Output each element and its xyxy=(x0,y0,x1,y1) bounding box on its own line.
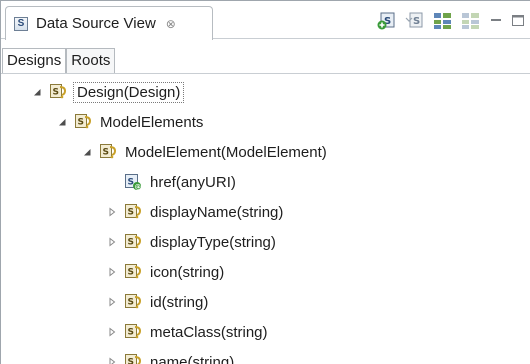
collapsed-twisty-icon[interactable] xyxy=(106,326,118,338)
tree-node[interactable]: SdisplayName(string) xyxy=(106,199,285,225)
tree-node[interactable]: S Design(Design) xyxy=(31,79,185,105)
schema-element-icon: S xyxy=(124,353,142,364)
collapsed-twisty-icon[interactable] xyxy=(106,296,118,308)
tree-node[interactable]: S @ href(anyURI) xyxy=(106,169,238,195)
refresh-source-icon: S xyxy=(405,12,423,28)
tree-node-label: name(string) xyxy=(150,353,235,364)
add-source-button[interactable]: S xyxy=(377,12,397,30)
expanded-twisty-icon[interactable] xyxy=(56,116,68,128)
tab-roots[interactable]: Roots xyxy=(66,48,116,73)
expand-grid-button[interactable] xyxy=(433,12,453,30)
tree-node[interactable]: S ModelElements xyxy=(56,109,205,135)
close-icon[interactable]: ⊗ xyxy=(166,17,176,31)
data-source-view-icon: S xyxy=(14,16,28,31)
tree-node-label: ModelElement(ModelElement) xyxy=(125,143,327,161)
collapsed-twisty-icon[interactable] xyxy=(106,206,118,218)
expanded-twisty-icon[interactable] xyxy=(31,86,43,98)
minimize-button[interactable] xyxy=(489,12,503,30)
svg-text:@: @ xyxy=(135,184,141,191)
schema-element-icon: S xyxy=(99,143,117,161)
svg-text:S: S xyxy=(78,118,84,128)
data-source-view: S Data Source View ⊗ S S Designs Roots S… xyxy=(0,0,530,364)
svg-text:S: S xyxy=(128,238,134,248)
tab-designs[interactable]: Designs xyxy=(2,48,67,73)
tree-node[interactable]: SdisplayType(string) xyxy=(106,229,278,255)
svg-text:S: S xyxy=(128,328,134,338)
tree-node[interactable]: Sname(string) xyxy=(106,349,236,364)
tree-node[interactable]: SmetaClass(string) xyxy=(106,319,270,345)
tree-node-label: ModelElements xyxy=(100,113,204,131)
tree-node[interactable]: S ModelElement(ModelElement) xyxy=(81,139,329,165)
svg-text:S: S xyxy=(413,16,420,27)
view-title-bar: S Data Source View ⊗ S S xyxy=(1,1,530,40)
tree-node-label: icon(string) xyxy=(150,263,225,281)
svg-text:S: S xyxy=(128,208,134,218)
tree-node-label: href(anyURI) xyxy=(150,173,236,191)
svg-text:S: S xyxy=(128,268,134,278)
tree-node-label: displayName(string) xyxy=(150,203,284,221)
tree-node-label: metaClass(string) xyxy=(150,323,268,341)
schema-element-icon: S xyxy=(124,293,142,311)
collapsed-twisty-icon[interactable] xyxy=(106,236,118,248)
minimize-icon xyxy=(491,19,501,21)
collapsed-twisty-icon[interactable] xyxy=(106,266,118,278)
schema-element-icon: S xyxy=(124,263,142,281)
collapse-grid-icon xyxy=(462,13,479,29)
designs-roots-tabs: Designs Roots xyxy=(1,48,530,74)
refresh-source-button[interactable]: S xyxy=(405,12,425,30)
add-source-icon: S xyxy=(377,12,395,30)
schema-element-icon: S xyxy=(74,113,92,131)
schema-element-icon: S xyxy=(124,233,142,251)
leaf-spacer xyxy=(106,176,118,188)
schema-element-icon: S xyxy=(49,83,67,101)
svg-text:S: S xyxy=(53,88,59,98)
collapse-grid-button[interactable] xyxy=(461,12,481,30)
view-toolbar: S S xyxy=(377,11,525,31)
tree-node[interactable]: Sicon(string) xyxy=(106,259,226,285)
view-title: Data Source View xyxy=(36,15,156,32)
maximize-button[interactable] xyxy=(511,12,525,30)
tree-node[interactable]: Sid(string) xyxy=(106,289,210,315)
maximize-icon xyxy=(512,15,524,26)
schema-element-icon: S xyxy=(124,203,142,221)
tree-node-label: id(string) xyxy=(150,293,209,311)
schema-element-icon: S xyxy=(124,323,142,341)
tree-node-label: displayType(string) xyxy=(150,233,276,251)
expand-grid-icon xyxy=(434,13,451,29)
svg-text:S: S xyxy=(128,298,134,308)
collapsed-twisty-icon[interactable] xyxy=(106,356,118,364)
svg-text:S: S xyxy=(103,148,109,158)
schema-attribute-icon: S @ xyxy=(124,173,142,191)
view-tab[interactable]: S Data Source View ⊗ xyxy=(5,6,213,40)
svg-text:S: S xyxy=(128,358,134,364)
tree-node-label: Design(Design) xyxy=(73,81,185,103)
expanded-twisty-icon[interactable] xyxy=(81,146,93,158)
